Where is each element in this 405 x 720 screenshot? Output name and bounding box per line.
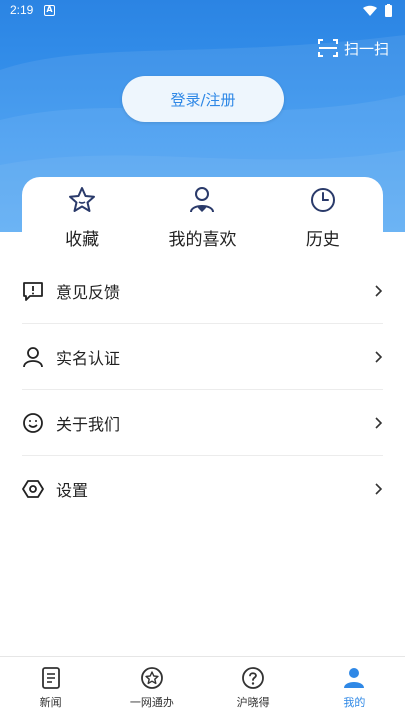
- menu-item-feedback[interactable]: 意见反馈: [22, 258, 383, 324]
- tab-label: 新闻: [39, 696, 62, 709]
- menu-item-about[interactable]: 关于我们: [22, 390, 383, 456]
- menu-item-label: 设置: [56, 481, 89, 500]
- tab-label: 一网通办: [129, 696, 174, 709]
- tab-label: 我的: [343, 696, 366, 709]
- news-icon: [41, 667, 60, 689]
- star-icon: [69, 187, 96, 212]
- smile-icon: [22, 412, 44, 434]
- scan-button[interactable]: 扫一扫: [317, 37, 389, 59]
- tab-label: 沪晓得: [236, 696, 270, 709]
- menu-item-settings[interactable]: 设置: [22, 456, 383, 522]
- favorites-button[interactable]: 收藏: [27, 185, 137, 263]
- clock-icon: [310, 188, 335, 212]
- chevron-right-icon: [375, 284, 383, 297]
- settings-menu: 意见反馈 实名认证 关于我们 设置: [0, 258, 405, 522]
- chevron-right-icon: [375, 350, 383, 363]
- menu-item-label: 实名认证: [56, 348, 121, 368]
- profile-icon: [344, 668, 365, 688]
- scan-icon: [317, 39, 338, 57]
- favorites-label: 收藏: [65, 230, 100, 250]
- menu-item-label: 关于我们: [56, 414, 121, 434]
- tab-mine[interactable]: 我的: [304, 657, 405, 720]
- question-icon: [242, 667, 265, 689]
- scan-label: 扫一扫: [343, 39, 389, 58]
- hexagon-settings-icon: [22, 478, 44, 500]
- my-likes-button[interactable]: 我的喜欢: [147, 185, 257, 263]
- menu-item-real-name[interactable]: 实名认证: [22, 324, 383, 390]
- notification-a-icon: A: [44, 5, 55, 16]
- history-label: 历史: [305, 230, 340, 250]
- bottom-tab-bar: 新闻 一网通办 沪晓得 我的: [0, 656, 405, 720]
- wifi-battery-icon: [363, 4, 392, 17]
- tab-hu-xiaode[interactable]: 沪晓得: [203, 657, 304, 720]
- chevron-right-icon: [375, 483, 383, 495]
- history-button[interactable]: 历史: [268, 185, 378, 263]
- status-time: 2:19: [10, 3, 34, 17]
- tab-news[interactable]: 新闻: [0, 657, 101, 720]
- feedback-icon: [22, 280, 44, 302]
- login-register-button[interactable]: 登录/注册: [122, 76, 284, 122]
- status-bar: 2:19 A: [0, 0, 405, 22]
- my-likes-label: 我的喜欢: [168, 230, 237, 250]
- user-heart-icon: [190, 187, 215, 213]
- person-icon: [22, 346, 44, 368]
- chevron-right-icon: [375, 416, 383, 429]
- tab-one-stop-service[interactable]: 一网通办: [101, 657, 202, 720]
- menu-item-label: 意见反馈: [56, 282, 121, 302]
- service-icon: [140, 667, 163, 689]
- quick-actions-card: 收藏 我的喜欢 历史: [22, 177, 383, 263]
